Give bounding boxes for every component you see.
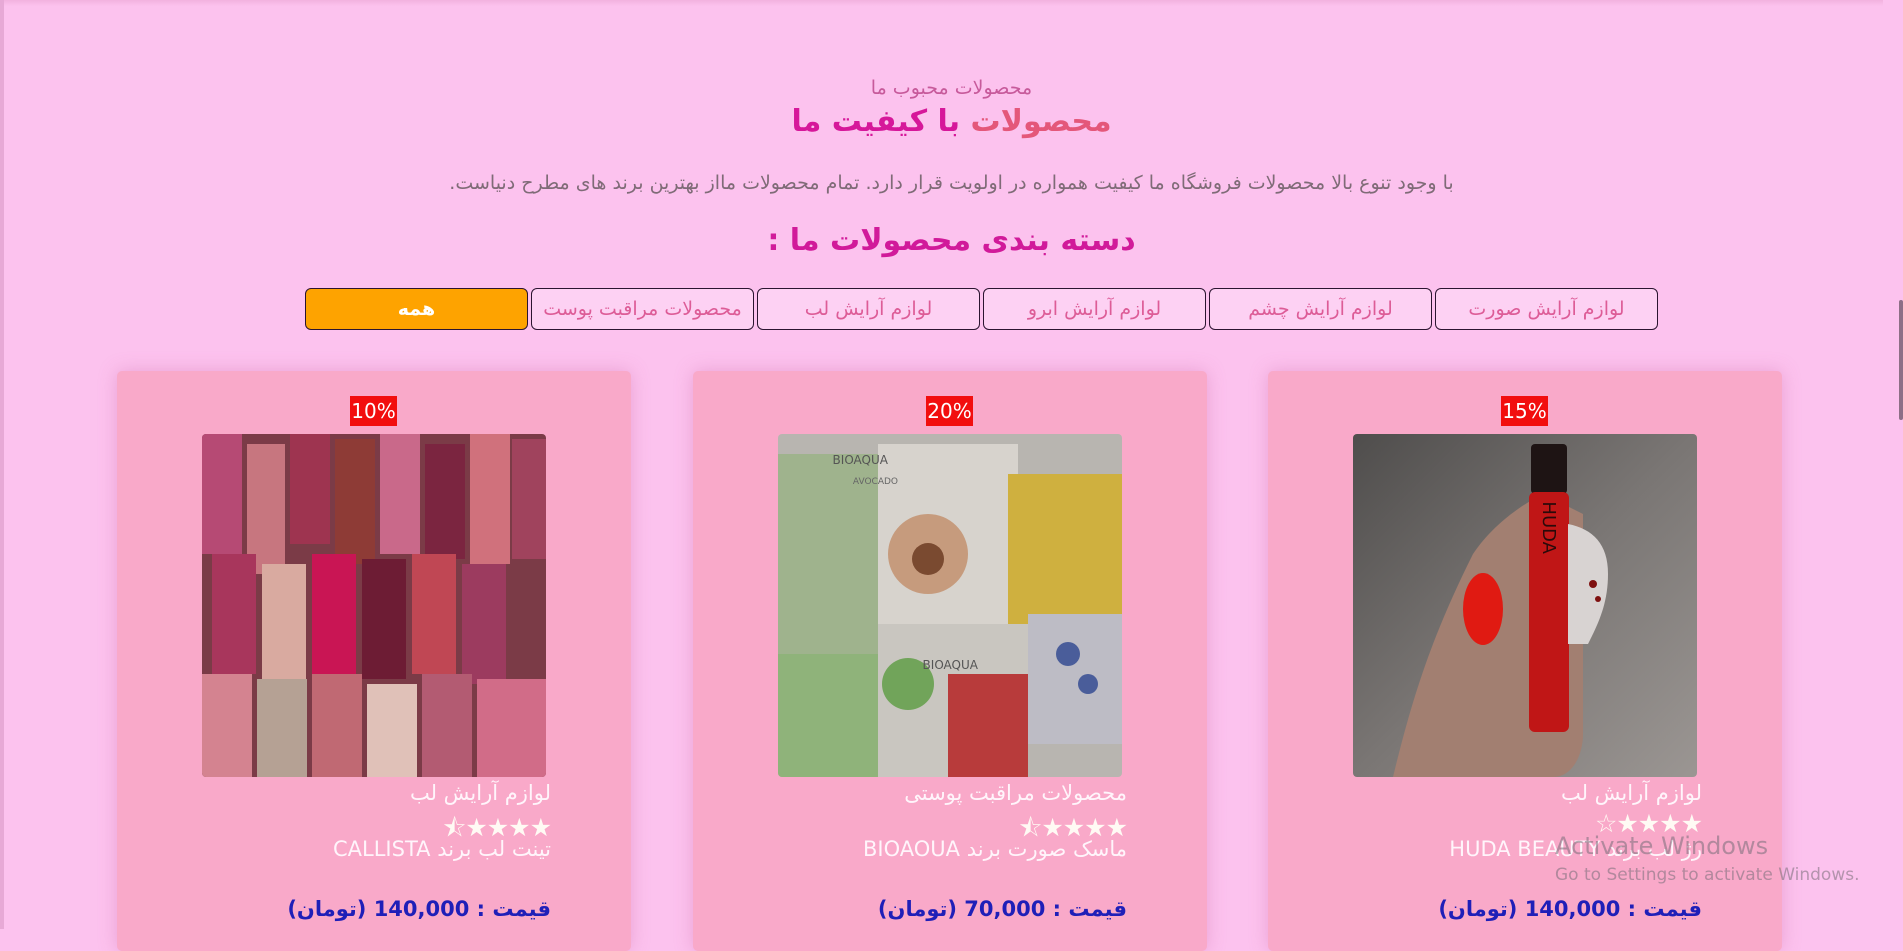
product-card[interactable]: 10% لوازم آرایش لب ★★★★⯪ تینت لب برند CA…: [117, 371, 631, 951]
discount-badge: 10%: [350, 396, 397, 426]
section-subtitle: محصولات محبوب ما: [870, 77, 1033, 99]
avocado-label: AVOCADO: [853, 477, 898, 487]
category-filters: لوازم آرایش صورت لوازم آرایش چشم لوازم آ…: [259, 288, 1658, 332]
discount-badge: 15%: [1501, 396, 1548, 426]
left-edge: [0, 0, 4, 929]
section-title-part1: محصولات: [970, 104, 1112, 139]
filter-all[interactable]: همه: [305, 288, 528, 330]
filter-lip-makeup[interactable]: لوازم آرایش لب: [757, 288, 980, 330]
scrollbar-thumb[interactable]: [1899, 300, 1903, 420]
filter-eye-makeup[interactable]: لوازم آرایش چشم: [1209, 288, 1432, 330]
section-title-part2: با کیفیت ما: [791, 104, 961, 139]
scrollbar[interactable]: [1883, 0, 1903, 929]
bioaqua-label: BIOAQUA: [833, 453, 889, 467]
filter-face-makeup[interactable]: لوازم آرایش صورت: [1435, 288, 1658, 330]
category-heading: دسته بندی محصولات ما :: [767, 223, 1136, 258]
bioaqua-label-2: BIOAQUA: [923, 658, 979, 672]
product-grid: 15% HUDA لوازم آرایش لب ★★★★☆ رژ لب برند…: [117, 371, 1785, 951]
filter-skin-care[interactable]: محصولات مراقبت پوست: [531, 288, 754, 330]
windows-activation-watermark-title: Activate Windows: [1555, 832, 1769, 860]
section-description: با وجود تنوع بالا محصولات فروشگاه ما کیف…: [449, 172, 1454, 194]
product-card[interactable]: 20% BIOAQUA AVOCADO BIOAQUA محصولات مراق…: [693, 371, 1207, 951]
discount-badge: 20%: [926, 396, 973, 426]
product-category: محصولات مراقبت پوستی: [904, 781, 1127, 805]
product-price: قیمت : 140,000 (تومان): [1438, 897, 1702, 921]
product-image-lipsticks[interactable]: [202, 434, 546, 777]
product-name[interactable]: تینت لب برند CALLISTA: [333, 837, 551, 861]
product-image-lipstick-hand[interactable]: HUDA: [1353, 434, 1697, 777]
product-category: لوازم آرایش لب: [409, 781, 551, 805]
product-card[interactable]: 15% HUDA لوازم آرایش لب ★★★★☆ رژ لب برند…: [1268, 371, 1782, 951]
product-price: قیمت : 70,000 (تومان): [877, 897, 1127, 921]
product-name[interactable]: ماسک صورت برند BIOAOUA: [863, 837, 1127, 861]
huda-image-text: HUDA: [1538, 501, 1559, 554]
section-title: محصولات با کیفیت ما: [0, 104, 1903, 139]
windows-activation-watermark-subtitle: Go to Settings to activate Windows.: [1555, 865, 1860, 885]
filter-brow-makeup[interactable]: لوازم آرایش ابرو: [983, 288, 1206, 330]
product-category: لوازم آرایش لب: [1560, 781, 1702, 805]
top-shadow-line: [0, 0, 1903, 6]
product-price: قیمت : 140,000 (تومان): [287, 897, 551, 921]
product-image-face-masks[interactable]: BIOAQUA AVOCADO BIOAQUA: [778, 434, 1122, 777]
